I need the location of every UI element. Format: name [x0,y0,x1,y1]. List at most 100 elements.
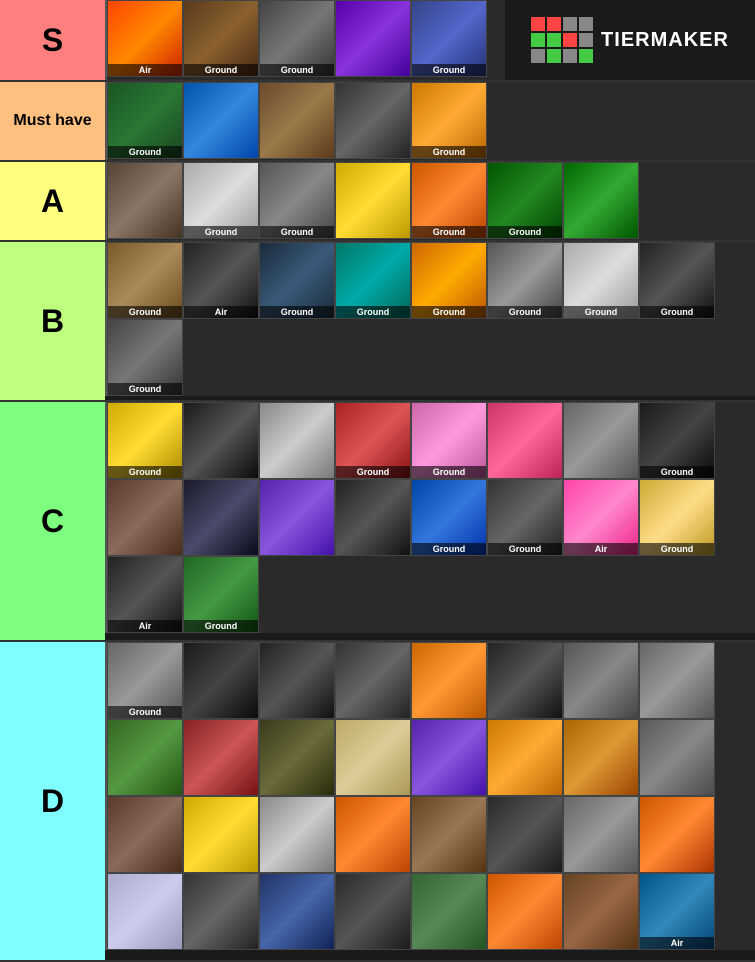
logo-text: TIERMAKER [601,29,729,52]
tier-content-s: Air Ground Ground Ground [105,0,755,80]
tier-label-d: D [0,642,105,960]
char-cell [107,873,183,950]
char-cell: Ground [107,242,183,319]
tier-content-must: Ground Ground [105,82,755,160]
tier-content-c: Ground Ground Ground [105,402,755,633]
char-cell [563,402,639,479]
tier-content-b: Ground Air Ground Ground Ground Ground [105,242,755,396]
char-cell [563,162,639,239]
tier-label-must: Must have [0,82,105,160]
char-label: Ground [412,543,486,555]
char-cell: Ground [107,319,183,396]
char-label: Ground [488,543,562,555]
char-cell [183,873,259,950]
char-label: Air [108,64,182,76]
char-cell [183,479,259,556]
char-cell [487,873,563,950]
char-cell: Ground [487,242,563,319]
char-label: Ground [260,226,334,238]
tier-label-c: C [0,402,105,640]
char-cell: Ground [259,242,335,319]
char-cell [335,82,411,159]
char-cell: Ground [107,642,183,719]
char-label: Ground [260,64,334,76]
char-cell: Ground [259,162,335,239]
char-label: Air [184,306,258,318]
char-cell [487,719,563,796]
char-cell [411,873,487,950]
char-label: Ground [108,146,182,158]
tier-row-s: S Air Ground Ground Ground [0,0,755,82]
char-cell [183,82,259,159]
char-cell [335,796,411,873]
char-cell [563,719,639,796]
tier-row-d: D Ground [0,642,755,962]
char-cell [639,642,715,719]
tier-label-s: S [0,0,105,80]
char-cell: Ground [411,402,487,479]
char-cell: Ground [411,242,487,319]
char-cell: Ground [411,479,487,556]
char-cell: Ground [639,479,715,556]
char-label: Ground [184,226,258,238]
char-label: Ground [640,543,714,555]
char-label: Ground [412,466,486,478]
char-cell [563,873,639,950]
char-cell: Ground [411,82,487,159]
char-label: Ground [108,466,182,478]
char-label: Ground [640,306,714,318]
char-cell [259,873,335,950]
char-cell: Ground [107,402,183,479]
char-cell [411,642,487,719]
char-cell: Ground [183,162,259,239]
char-cell [639,796,715,873]
logo-grid [531,17,593,63]
char-cell [107,719,183,796]
char-label: Ground [260,306,334,318]
char-label: Air [564,543,638,555]
tier-row-must: Must have Ground Ground [0,82,755,162]
char-cell [107,162,183,239]
char-label: Ground [184,64,258,76]
char-label: Ground [336,306,410,318]
char-cell [107,479,183,556]
char-cell: Air [639,873,715,950]
char-cell: Ground [639,242,715,319]
char-label: Ground [108,383,182,395]
char-cell [335,162,411,239]
char-cell [335,719,411,796]
char-cell [335,479,411,556]
char-cell [183,719,259,796]
char-label: Ground [412,146,486,158]
char-cell: Ground [335,402,411,479]
char-cell [411,719,487,796]
tier-label-a: A [0,162,105,240]
char-cell [259,82,335,159]
char-label: Ground [640,466,714,478]
char-cell: Ground [487,479,563,556]
tier-label-b: B [0,242,105,400]
tier-row-c: C Ground Ground Ground [0,402,755,642]
char-label: Ground [488,306,562,318]
char-cell [259,719,335,796]
tier-content-d: Ground [105,642,755,950]
char-cell [487,642,563,719]
tier-content-a: Ground Ground Ground Ground [105,162,755,240]
char-cell [107,796,183,873]
char-cell [183,642,259,719]
char-cell: Ground [411,0,487,77]
char-cell: Air [563,479,639,556]
tier-list: S Air Ground Ground Ground [0,0,755,962]
char-cell [487,796,563,873]
char-cell [335,873,411,950]
char-cell [411,796,487,873]
char-cell [335,0,411,77]
char-cell: Ground [411,162,487,239]
char-cell: Air [183,242,259,319]
char-cell [259,402,335,479]
logo-area: TIERMAKER [505,0,755,80]
char-label: Ground [412,64,486,76]
char-cell [563,642,639,719]
char-cell: Ground [259,0,335,77]
char-cell [259,796,335,873]
